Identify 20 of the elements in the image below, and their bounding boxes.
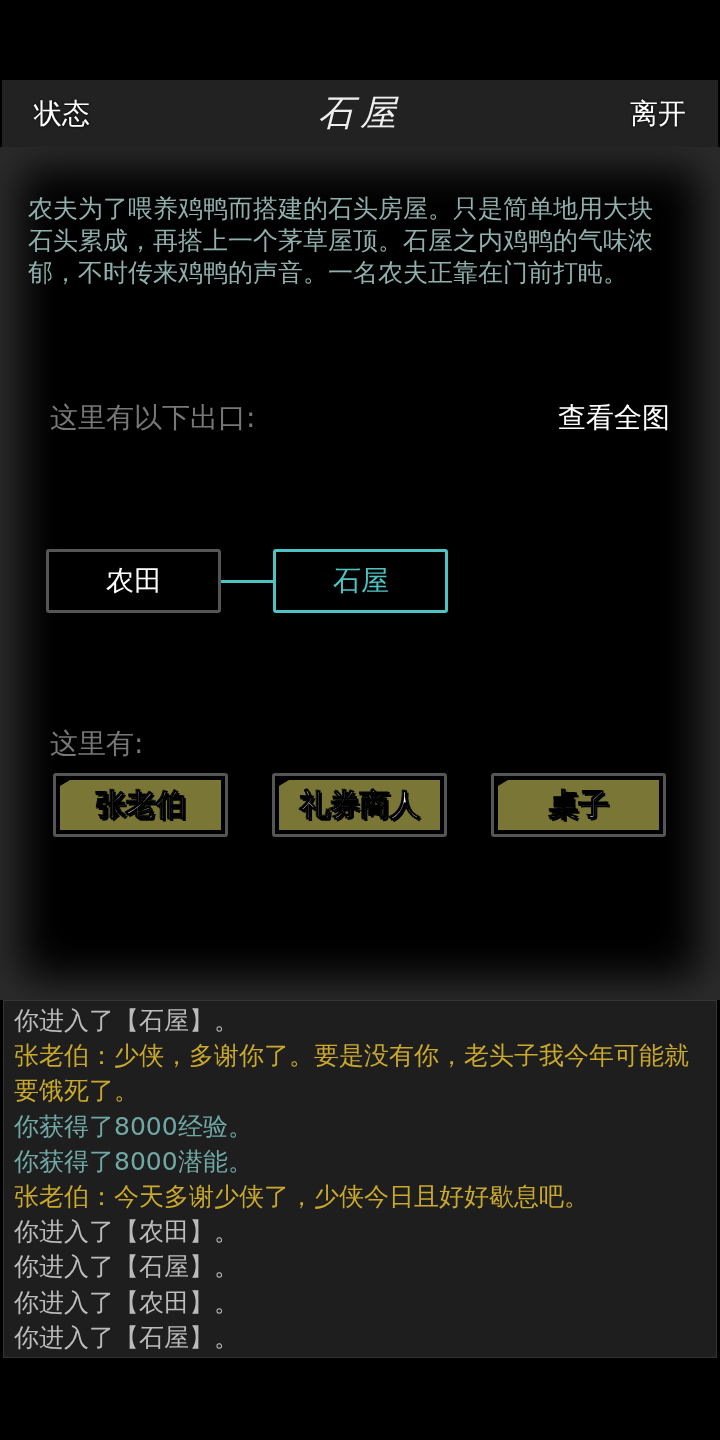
scene-description: 农夫为了喂养鸡鸭而搭建的石头房屋。只是简单地用大块石头累成，再搭上一个茅草屋顶。石屋之内鸡鸭的气味浓郁，不时传来鸡鸭的声音。一名农夫正靠在门前打盹。 (28, 193, 654, 289)
present-label: 这里有: (50, 726, 145, 762)
status-button[interactable]: 状态 (34, 94, 90, 133)
log-line: 你获得了8000经验。 (14, 1110, 254, 1143)
log-line: 你进入了【农田】。 (14, 1286, 240, 1319)
log-line: 张老伯：今天多谢少侠了，少侠今日且好好歇息吧。 (14, 1181, 590, 1213)
map-connector (221, 579, 273, 583)
entity-button[interactable]: 桌子 (491, 773, 666, 837)
log-line: 你进入了【石屋】。 (14, 1251, 240, 1284)
exits-label: 这里有以下出口: (50, 400, 256, 436)
log-line: 你进入了【农田】。 (14, 1216, 240, 1249)
scene-title: 石屋 (318, 91, 402, 135)
log-line: 你进入了【石屋】。 (14, 1005, 240, 1037)
log-line: 张老伯：少侠，多谢你了。要是没有你，老头子我今年可能就要饿死了。 (14, 1040, 690, 1108)
view-map-button[interactable]: 查看全图 (558, 399, 670, 437)
log-line: 你获得了8000潜能。 (14, 1145, 254, 1178)
leave-button[interactable]: 离开 (630, 94, 686, 133)
log-line: 你进入了【石屋】。 (14, 1321, 240, 1354)
room-node[interactable]: 石屋 (273, 549, 448, 613)
room-node[interactable]: 农田 (46, 549, 221, 613)
